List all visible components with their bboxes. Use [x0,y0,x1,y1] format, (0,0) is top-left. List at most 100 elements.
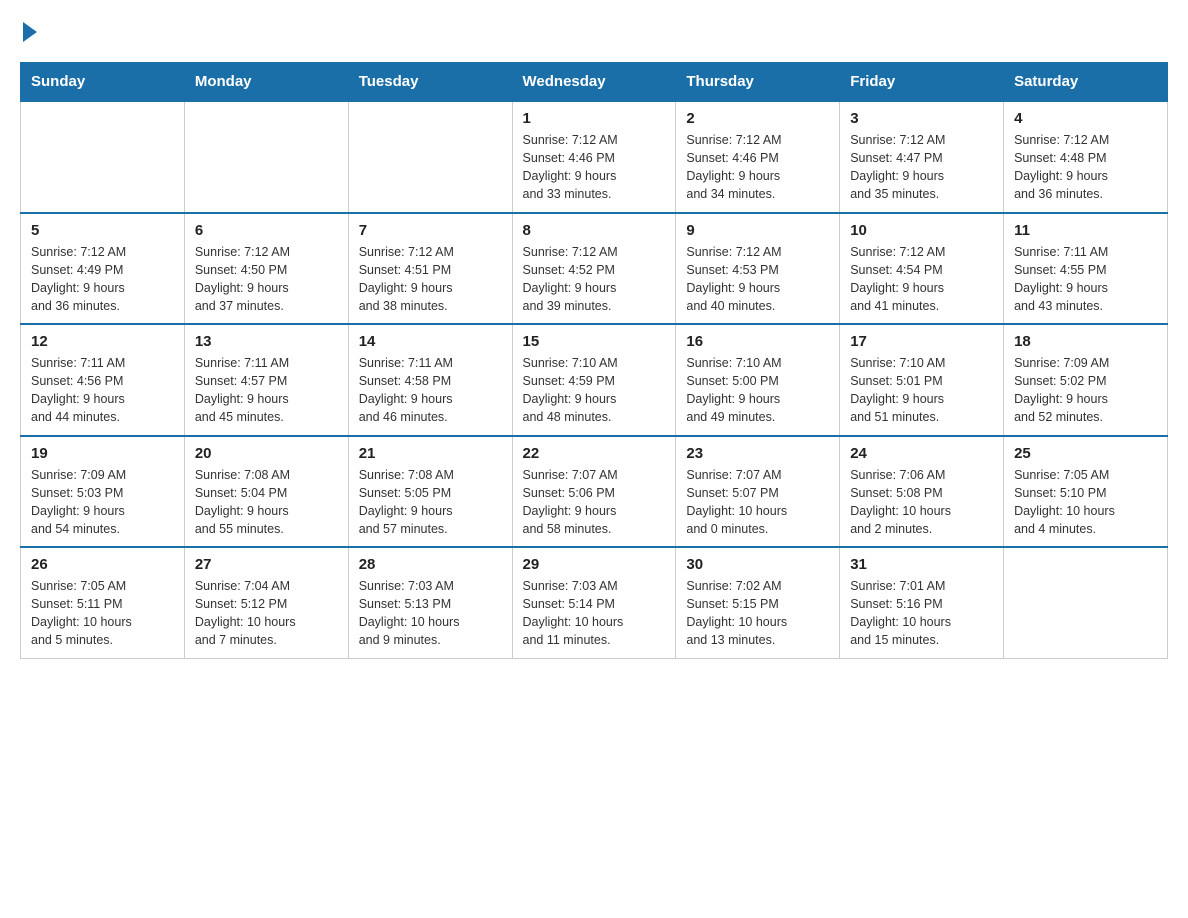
day-number: 10 [850,222,993,239]
calendar-cell: 31 Sunrise: 7:01 AM Sunset: 5:16 PM Dayli… [840,547,1004,658]
page-header [20,20,1168,44]
day-info: Sunrise: 7:07 AM Sunset: 5:07 PM Dayligh… [686,468,787,536]
logo-arrow-icon [23,22,37,42]
day-number: 18 [1014,333,1157,350]
calendar-cell: 8 Sunrise: 7:12 AM Sunset: 4:52 PM Daylig… [512,213,676,325]
day-info: Sunrise: 7:12 AM Sunset: 4:49 PM Dayligh… [31,245,126,313]
calendar-cell: 5 Sunrise: 7:12 AM Sunset: 4:49 PM Daylig… [21,213,185,325]
day-number: 20 [195,445,338,462]
calendar-cell [184,101,348,213]
calendar-cell: 15Sunrise: 7:10 AM Sunset: 4:59 PM Dayli… [512,324,676,436]
calendar-cell: 29 Sunrise: 7:03 AM Sunset: 5:14 PM Dayli… [512,547,676,658]
day-info: Sunrise: 7:08 AM Sunset: 5:05 PM Dayligh… [359,468,454,536]
calendar-week-row: 26 Sunrise: 7:05 AM Sunset: 5:11 PM Dayli… [21,547,1168,658]
day-number: 14 [359,333,502,350]
day-info: Sunrise: 7:03 AM Sunset: 5:13 PM Dayligh… [359,579,460,647]
day-number: 12 [31,333,174,350]
day-number: 24 [850,445,993,462]
day-info: Sunrise: 7:09 AM Sunset: 5:02 PM Dayligh… [1014,356,1109,424]
calendar-cell: 14 Sunrise: 7:11 AM Sunset: 4:58 PM Dayli… [348,324,512,436]
day-number: 2 [686,110,829,127]
day-of-week-header: Friday [840,63,1004,102]
day-info: Sunrise: 7:12 AM Sunset: 4:46 PM Dayligh… [686,133,781,201]
calendar-cell: 7 Sunrise: 7:12 AM Sunset: 4:51 PM Daylig… [348,213,512,325]
day-info: Sunrise: 7:11 AM Sunset: 4:57 PM Dayligh… [195,356,289,424]
calendar-cell: 26 Sunrise: 7:05 AM Sunset: 5:11 PM Dayli… [21,547,185,658]
calendar-cell: 17 Sunrise: 7:10 AM Sunset: 5:01 PM Dayli… [840,324,1004,436]
day-info: Sunrise: 7:10 AM Sunset: 5:00 PM Dayligh… [686,356,781,424]
day-number: 5 [31,222,174,239]
calendar-cell: 20 Sunrise: 7:08 AM Sunset: 5:04 PM Dayli… [184,436,348,548]
calendar-cell: 12 Sunrise: 7:11 AM Sunset: 4:56 PM Dayli… [21,324,185,436]
calendar-cell: 28 Sunrise: 7:03 AM Sunset: 5:13 PM Dayli… [348,547,512,658]
day-number: 26 [31,556,174,573]
calendar-cell: 25 Sunrise: 7:05 AM Sunset: 5:10 PM Dayli… [1004,436,1168,548]
day-info: Sunrise: 7:06 AM Sunset: 5:08 PM Dayligh… [850,468,951,536]
calendar-cell: 23Sunrise: 7:07 AM Sunset: 5:07 PM Dayli… [676,436,840,548]
day-number: 16 [686,333,829,350]
day-info: Sunrise: 7:01 AM Sunset: 5:16 PM Dayligh… [850,579,951,647]
calendar-week-row: 12 Sunrise: 7:11 AM Sunset: 4:56 PM Dayli… [21,324,1168,436]
day-number: 22 [523,445,666,462]
day-number: 8 [523,222,666,239]
calendar-cell: 10 Sunrise: 7:12 AM Sunset: 4:54 PM Dayli… [840,213,1004,325]
calendar-cell: 21 Sunrise: 7:08 AM Sunset: 5:05 PM Dayli… [348,436,512,548]
day-of-week-header: Sunday [21,63,185,102]
day-info: Sunrise: 7:12 AM Sunset: 4:54 PM Dayligh… [850,245,945,313]
day-info: Sunrise: 7:10 AM Sunset: 5:01 PM Dayligh… [850,356,945,424]
day-of-week-header: Saturday [1004,63,1168,102]
day-info: Sunrise: 7:12 AM Sunset: 4:51 PM Dayligh… [359,245,454,313]
calendar-cell: 9Sunrise: 7:12 AM Sunset: 4:53 PM Daylig… [676,213,840,325]
day-of-week-header: Wednesday [512,63,676,102]
day-number: 28 [359,556,502,573]
day-of-week-header: Tuesday [348,63,512,102]
day-info: Sunrise: 7:07 AM Sunset: 5:06 PM Dayligh… [523,468,618,536]
day-info: Sunrise: 7:05 AM Sunset: 5:10 PM Dayligh… [1014,468,1115,536]
calendar-cell: 13Sunrise: 7:11 AM Sunset: 4:57 PM Dayli… [184,324,348,436]
day-number: 1 [523,110,666,127]
calendar-cell: 4 Sunrise: 7:12 AM Sunset: 4:48 PM Daylig… [1004,101,1168,213]
day-info: Sunrise: 7:12 AM Sunset: 4:48 PM Dayligh… [1014,133,1109,201]
logo [20,20,37,44]
day-info: Sunrise: 7:12 AM Sunset: 4:52 PM Dayligh… [523,245,618,313]
day-info: Sunrise: 7:11 AM Sunset: 4:55 PM Dayligh… [1014,245,1108,313]
calendar-week-row: 5 Sunrise: 7:12 AM Sunset: 4:49 PM Daylig… [21,213,1168,325]
day-number: 25 [1014,445,1157,462]
calendar-cell: 1 Sunrise: 7:12 AM Sunset: 4:46 PM Daylig… [512,101,676,213]
calendar-cell: 22 Sunrise: 7:07 AM Sunset: 5:06 PM Dayli… [512,436,676,548]
calendar-cell: 3 Sunrise: 7:12 AM Sunset: 4:47 PM Daylig… [840,101,1004,213]
day-number: 3 [850,110,993,127]
calendar-cell: 27Sunrise: 7:04 AM Sunset: 5:12 PM Dayli… [184,547,348,658]
calendar-header-row: SundayMondayTuesdayWednesdayThursdayFrid… [21,63,1168,102]
day-number: 11 [1014,222,1157,239]
calendar-cell: 16 Sunrise: 7:10 AM Sunset: 5:00 PM Dayli… [676,324,840,436]
day-number: 31 [850,556,993,573]
day-number: 7 [359,222,502,239]
day-info: Sunrise: 7:11 AM Sunset: 4:56 PM Dayligh… [31,356,125,424]
calendar-cell [21,101,185,213]
day-info: Sunrise: 7:03 AM Sunset: 5:14 PM Dayligh… [523,579,624,647]
day-info: Sunrise: 7:08 AM Sunset: 5:04 PM Dayligh… [195,468,290,536]
day-number: 21 [359,445,502,462]
day-number: 17 [850,333,993,350]
calendar-cell: 2 Sunrise: 7:12 AM Sunset: 4:46 PM Daylig… [676,101,840,213]
calendar-week-row: 1 Sunrise: 7:12 AM Sunset: 4:46 PM Daylig… [21,101,1168,213]
day-number: 19 [31,445,174,462]
calendar-cell [1004,547,1168,658]
day-info: Sunrise: 7:02 AM Sunset: 5:15 PM Dayligh… [686,579,787,647]
calendar-cell: 30 Sunrise: 7:02 AM Sunset: 5:15 PM Dayli… [676,547,840,658]
day-info: Sunrise: 7:12 AM Sunset: 4:47 PM Dayligh… [850,133,945,201]
day-info: Sunrise: 7:05 AM Sunset: 5:11 PM Dayligh… [31,579,132,647]
day-number: 29 [523,556,666,573]
day-number: 4 [1014,110,1157,127]
day-info: Sunrise: 7:11 AM Sunset: 4:58 PM Dayligh… [359,356,453,424]
day-info: Sunrise: 7:10 AM Sunset: 4:59 PM Dayligh… [523,356,618,424]
day-info: Sunrise: 7:12 AM Sunset: 4:53 PM Dayligh… [686,245,781,313]
day-number: 30 [686,556,829,573]
calendar-cell: 24 Sunrise: 7:06 AM Sunset: 5:08 PM Dayli… [840,436,1004,548]
day-info: Sunrise: 7:12 AM Sunset: 4:46 PM Dayligh… [523,133,618,201]
day-number: 27 [195,556,338,573]
calendar-cell: 18 Sunrise: 7:09 AM Sunset: 5:02 PM Dayli… [1004,324,1168,436]
day-number: 6 [195,222,338,239]
calendar-cell: 19Sunrise: 7:09 AM Sunset: 5:03 PM Dayli… [21,436,185,548]
